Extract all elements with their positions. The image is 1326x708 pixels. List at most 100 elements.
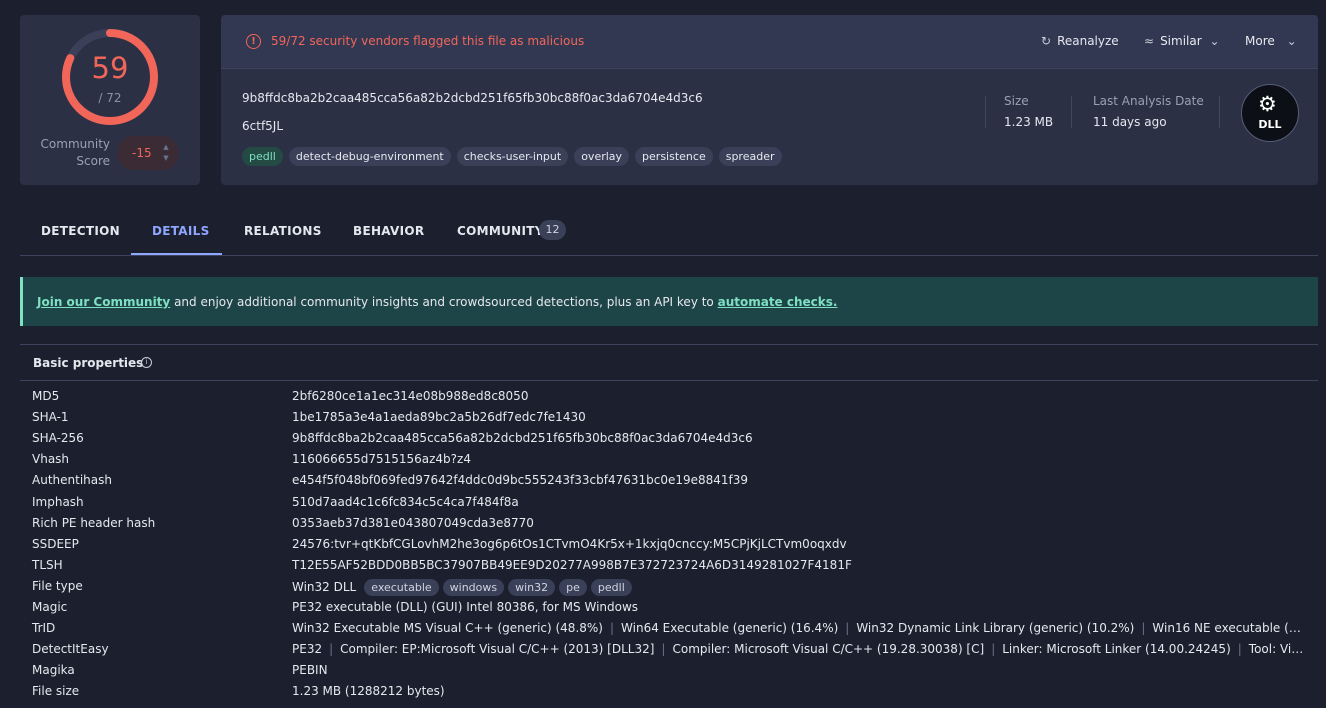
gear-icon: ⚙ — [1258, 92, 1277, 116]
file-type-tag[interactable]: windows — [442, 578, 505, 596]
community-score-stepper[interactable]: -15 ▲ ▼ — [117, 136, 179, 170]
property-text: 0353aeb37d381e043807049cda3e8770 — [292, 515, 534, 530]
info-icon[interactable]: i — [141, 357, 152, 368]
property-key: Imphash — [32, 494, 84, 509]
property-value[interactable]: 1be1785a3e4a1aeda89bc2a5b26df7edc7fe1430 — [292, 410, 1306, 424]
banner-text: and enjoy additional community insights … — [170, 295, 718, 309]
property-value[interactable]: Win32 Executable MS Visual C++ (generic)… — [292, 621, 1306, 635]
separator: | — [991, 642, 996, 657]
property-key: SHA-1 — [32, 410, 69, 425]
property-text: 510d7aad4c1c6fc834c5c4ca7f484f8a — [292, 494, 519, 509]
property-value[interactable]: 24576:tvr+qtKbfCGLovhM2he3og6p6tOs1CTvmO… — [292, 537, 1306, 551]
property-text: PE32 executable (DLL) (GUI) Intel 80386,… — [292, 600, 639, 614]
property-key: MD5 — [32, 389, 60, 403]
property-key: SSDEEP — [32, 536, 79, 551]
separator: | — [1237, 642, 1242, 657]
property-value[interactable]: e454f5f048bf069fed97642f4ddc0d9bc555243f… — [292, 473, 1306, 487]
property-part: Win32 Executable MS Visual C++ (generic)… — [292, 621, 603, 636]
file-type-tag[interactable]: pe — [559, 578, 587, 596]
chevron-down-icon: ⌄ — [1209, 34, 1220, 48]
property-part: Compiler: EP:Microsoft Visual C/C++ (201… — [340, 642, 655, 657]
property-value[interactable]: PEBIN — [292, 663, 1306, 677]
vote-down-icon[interactable]: ▼ — [161, 153, 171, 164]
tag[interactable]: overlay — [574, 147, 630, 166]
file-type-badge: ⚙ DLL — [1241, 84, 1299, 142]
property-value[interactable]: 510d7aad4c1c6fc834c5c4ca7f484f8a — [292, 495, 1306, 509]
file-info-card: ! 59/72 security vendors flagged this fi… — [221, 15, 1318, 185]
divider — [1219, 96, 1220, 128]
file-type-tag[interactable]: pedll — [590, 578, 632, 596]
property-key: Rich PE header hash — [32, 515, 156, 530]
property-value[interactable]: T12E55AF52BDD0BB5BC37907BB49EE9D20277A99… — [292, 558, 1306, 572]
property-key: File size — [32, 684, 80, 699]
tag[interactable]: spreader — [718, 147, 782, 166]
vote-up-icon[interactable]: ▲ — [161, 142, 171, 153]
more-button[interactable]: More ⌄ — [1245, 34, 1297, 48]
property-key: TrID — [32, 621, 56, 636]
property-value[interactable]: 0353aeb37d381e043807049cda3e8770 — [292, 516, 1306, 530]
tab-relations[interactable]: RELATIONS — [244, 224, 322, 238]
table-row: DetectItEasy PE32 | Compiler: EP:Microsoft … — [20, 640, 1318, 661]
property-value[interactable]: Win32 DLL executable windows win32 pe pedll — [292, 578, 1306, 596]
tag[interactable]: detect-debug-environment — [288, 147, 451, 166]
divider — [1071, 96, 1072, 128]
last-analysis-label: Last Analysis Date — [1093, 94, 1204, 108]
tab-community[interactable]: COMMUNITY — [457, 224, 544, 238]
automate-checks-link[interactable]: automate checks. — [718, 295, 838, 309]
tab-detection[interactable]: DETECTION — [41, 224, 120, 238]
file-type-tag[interactable]: win32 — [508, 578, 556, 596]
active-tab-indicator — [131, 253, 222, 255]
community-banner: Join our Community and enjoy additional … — [20, 277, 1318, 326]
property-value[interactable]: 1.23 MB (1288212 bytes) — [292, 684, 1306, 698]
tag[interactable]: checks-user-input — [456, 147, 569, 166]
property-part: Win64 Executable (generic) (16.4%) — [621, 621, 839, 636]
property-key: TLSH — [32, 557, 63, 572]
property-key: File type — [32, 578, 83, 593]
property-text: PEBIN — [292, 663, 328, 678]
basic-properties: Basic properties i MD5 2bf6280ce1a1ec314e… — [20, 344, 1318, 708]
table-row: Authentihash e454f5f048bf069fed97642f4ddc… — [20, 471, 1318, 492]
table-row: File type Win32 DLL executable windows win32… — [20, 577, 1318, 598]
file-type-tag[interactable]: executable — [364, 578, 439, 596]
property-key: SHA-256 — [32, 431, 84, 446]
reanalyze-button[interactable]: ↻ Reanalyze — [1041, 34, 1119, 48]
table-row: TLSH T12E55AF52BDD0BB5BC37907BB49EE9D2027… — [20, 556, 1318, 577]
tab-behavior[interactable]: BEHAVIOR — [353, 224, 424, 238]
table-row: File size 1.23 MB (1288212 bytes) — [20, 682, 1318, 703]
property-key: Authentihash — [32, 473, 112, 488]
tab-bar: DETECTION DETAILS RELATIONS BEHAVIOR COM… — [20, 207, 1318, 256]
table-row: SHA-256 9b8ffdc8ba2b2caa485cca56a82b2dcbd… — [20, 429, 1318, 450]
property-part: Compiler: Microsoft Visual C/C++ (19.28.… — [672, 642, 985, 657]
divider — [20, 380, 1318, 381]
divider — [985, 96, 986, 128]
property-value[interactable]: 2bf6280ce1a1ec314e08b988ed8c8050 — [292, 389, 1306, 403]
property-text: 9b8ffdc8ba2b2caa485cca56a82b2dcbd251f65f… — [292, 431, 753, 446]
property-value[interactable]: PE32 executable (DLL) (GUI) Intel 80386,… — [292, 600, 1306, 614]
table-row: Imphash 510d7aad4c1c6fc834c5c4ca7f484f8a — [20, 493, 1318, 514]
community-count-badge: 12 — [539, 220, 566, 240]
table-row: MD5 2bf6280ce1a1ec314e08b988ed8c8050 — [20, 387, 1318, 408]
property-key: Vhash — [32, 452, 70, 467]
separator: | — [661, 642, 666, 657]
detection-total: / 72 — [98, 91, 122, 105]
property-text: T12E55AF52BDD0BB5BC37907BB49EE9D20277A99… — [292, 557, 852, 572]
property-value[interactable]: PE32 | Compiler: EP:Microsoft Visual C/C++… — [292, 642, 1306, 656]
size-label: Size — [1004, 94, 1029, 108]
tag[interactable]: pedll — [242, 147, 283, 166]
property-value[interactable]: 116066655d7515156az4b?z4 — [292, 452, 1306, 466]
property-value[interactable]: 9b8ffdc8ba2b2caa485cca56a82b2dcbd251f65f… — [292, 431, 1306, 445]
similar-button[interactable]: ≈ Similar ⌄ — [1144, 34, 1220, 48]
community-score-value: -15 — [132, 146, 152, 160]
detection-score-card: 59 / 72 Community Score -15 ▲ ▼ — [20, 15, 200, 185]
property-text: 1be1785a3e4a1aeda89bc2a5b26df7edc7fe1430 — [292, 410, 586, 425]
info-header: ! 59/72 security vendors flagged this fi… — [221, 15, 1318, 69]
table-row: SSDEEP 24576:tvr+qtKbfCGLovhM2he3og6p6tOs… — [20, 535, 1318, 556]
tab-details[interactable]: DETAILS — [152, 224, 210, 238]
file-sha256[interactable]: 9b8ffdc8ba2b2caa485cca56a82b2dcbd251f65f… — [242, 91, 703, 105]
join-community-link[interactable]: Join our Community — [37, 295, 170, 309]
tag[interactable]: persistence — [635, 147, 713, 166]
file-name: 6ctf5JL — [242, 119, 284, 133]
property-part: Win16 NE executable (generic) (… — [1152, 621, 1306, 636]
property-key: Magic — [32, 600, 68, 614]
property-part: Tool: Visual St… — [1248, 642, 1306, 657]
